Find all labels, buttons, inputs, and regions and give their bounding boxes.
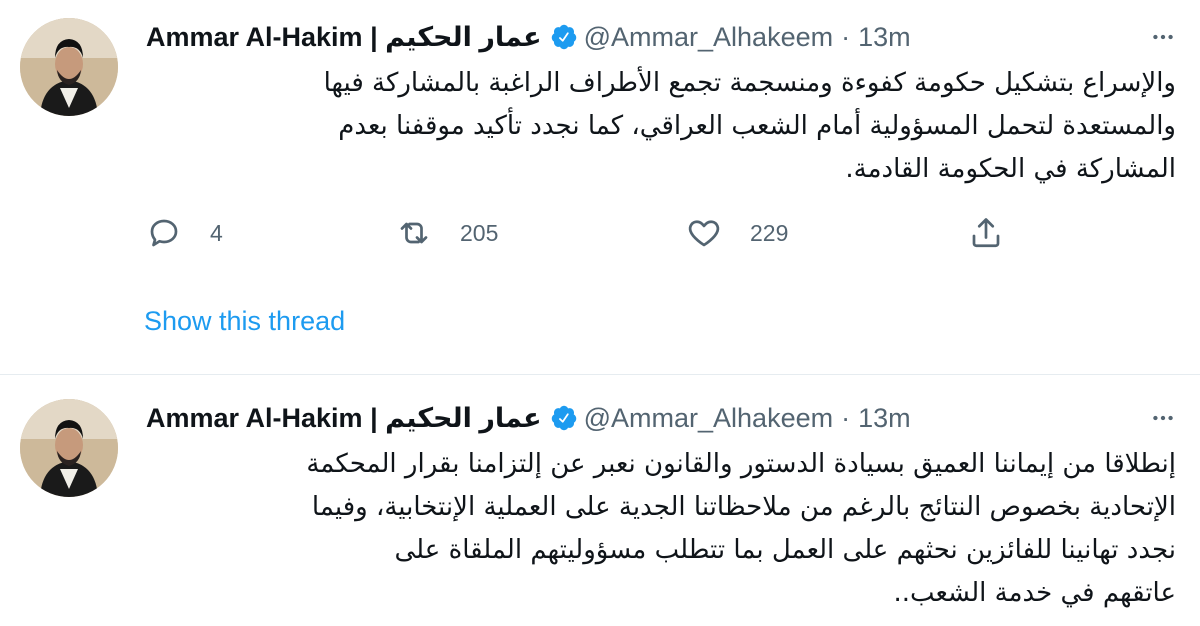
tweet-header: Ammar Al-Hakim | عمار الحكيم @Ammar_Alha… bbox=[146, 401, 911, 435]
reply-button[interactable]: 4 bbox=[146, 213, 223, 253]
reply-icon bbox=[150, 219, 178, 247]
share-icon bbox=[972, 218, 1000, 248]
tweet[interactable]: Ammar Al-Hakim | عمار الحكيم @Ammar_Alha… bbox=[0, 0, 1200, 374]
separator-dot: · bbox=[841, 21, 851, 52]
verified-badge-icon bbox=[550, 23, 578, 51]
retweet-icon bbox=[400, 222, 428, 244]
display-name[interactable]: Ammar Al-Hakim | عمار الحكيم bbox=[146, 22, 542, 53]
heart-icon bbox=[688, 220, 720, 247]
handle[interactable]: @Ammar_Alhakeem bbox=[584, 403, 834, 434]
tweet-text: والإسراع بتشكيل حكومة كفوءة ومنسجمة تجمع… bbox=[323, 68, 1176, 184]
action-bar: 4 205 229 bbox=[146, 213, 1046, 253]
retweet-count: 205 bbox=[460, 219, 499, 246]
handle[interactable]: @Ammar_Alhakeem bbox=[584, 22, 834, 53]
display-name[interactable]: Ammar Al-Hakim | عمار الحكيم bbox=[146, 403, 542, 434]
verified-badge-icon bbox=[550, 404, 578, 432]
more-horizontal-icon[interactable] bbox=[1148, 403, 1178, 433]
like-button[interactable]: 229 bbox=[686, 213, 788, 253]
tweet-header: Ammar Al-Hakim | عمار الحكيم @Ammar_Alha… bbox=[146, 20, 911, 54]
like-count: 229 bbox=[750, 219, 789, 246]
avatar[interactable] bbox=[20, 18, 118, 116]
share-button[interactable] bbox=[968, 213, 1004, 253]
more-horizontal-icon[interactable] bbox=[1148, 22, 1178, 52]
tweet[interactable]: Ammar Al-Hakim | عمار الحكيم @Ammar_Alha… bbox=[0, 375, 1200, 626]
retweet-button[interactable]: 205 bbox=[396, 213, 498, 253]
tweet-text: إنطلاقا من إيماننا العميق بسيادة الدستور… bbox=[306, 449, 1176, 608]
show-thread-link[interactable]: Show this thread bbox=[144, 306, 345, 337]
separator-dot: · bbox=[841, 402, 851, 433]
timestamp[interactable]: 13m bbox=[858, 22, 911, 53]
avatar[interactable] bbox=[20, 399, 118, 497]
timestamp[interactable]: 13m bbox=[858, 403, 911, 434]
reply-count: 4 bbox=[210, 219, 223, 246]
